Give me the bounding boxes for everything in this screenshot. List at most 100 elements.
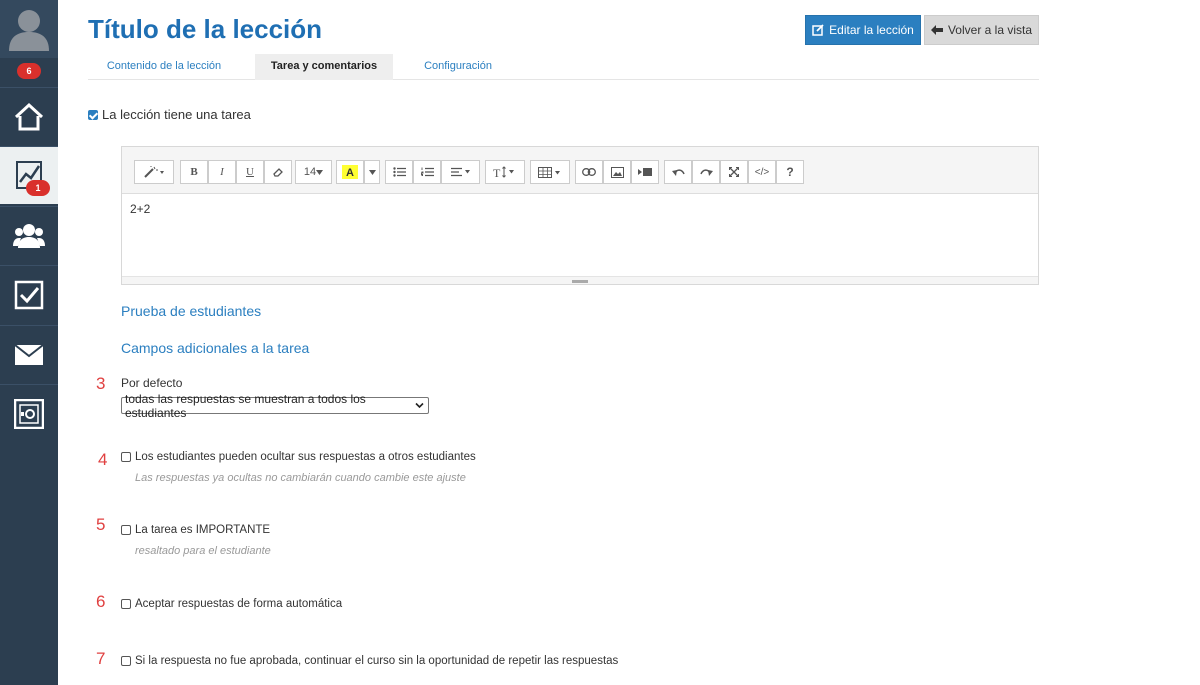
paragraph-align-dropdown[interactable] [441, 160, 480, 184]
font-size-dropdown[interactable]: 14 [295, 160, 332, 184]
ordered-list-button[interactable] [413, 160, 441, 184]
safe-icon [14, 398, 44, 429]
back-to-view-button[interactable]: Volver a la vista [924, 15, 1039, 45]
user-avatar-icon [9, 10, 49, 51]
caret-down-icon [368, 169, 376, 175]
student-test-link[interactable]: Prueba de estudiantes [121, 303, 261, 319]
default-visibility-label: Por defecto [121, 376, 183, 390]
highlight-color-button[interactable]: A [336, 160, 364, 184]
redo-button[interactable] [692, 160, 720, 184]
unordered-list-button[interactable] [385, 160, 413, 184]
redo-icon [699, 168, 713, 176]
important-label: La tarea es IMPORTANTE [135, 524, 271, 536]
sidebar-item-home[interactable] [0, 87, 58, 145]
tab-lesson-content[interactable]: Contenido de la lección [88, 54, 240, 80]
default-visibility-select[interactable]: todas las respuestas se muestran a todos… [121, 392, 429, 420]
important-checkbox[interactable] [121, 525, 131, 535]
svg-text:A: A [346, 167, 354, 179]
italic-button[interactable]: I [208, 160, 236, 184]
hide-answers-option[interactable]: Los estudiantes pueden ocultar sus respu… [121, 451, 476, 463]
clear-format-button[interactable] [264, 160, 292, 184]
svg-text:T: T [493, 166, 501, 178]
bullet-list-icon [392, 167, 406, 177]
undo-button[interactable] [664, 160, 692, 184]
annotation-number: 5 [96, 515, 106, 534]
style-dropdown[interactable] [134, 160, 174, 184]
default-visibility-value: todas las respuestas se muestran a todos… [125, 391, 366, 420]
insert-image-button[interactable] [603, 160, 631, 184]
text-color-icon: A [342, 165, 358, 179]
tab-settings[interactable]: Configuración [406, 54, 510, 80]
insert-link-button[interactable] [575, 160, 603, 184]
table-dropdown[interactable] [530, 160, 570, 184]
color-dropdown[interactable] [364, 160, 380, 184]
help-button[interactable]: ? [776, 160, 804, 184]
bold-button[interactable]: B [180, 160, 208, 184]
has-task-checkbox[interactable] [88, 109, 98, 120]
users-icon [13, 223, 45, 248]
undo-icon [671, 168, 685, 176]
mail-icon [14, 343, 44, 365]
underline-button[interactable]: U [236, 160, 264, 184]
hide-answers-hint: Las respuestas ya ocultas no cambiarán c… [135, 472, 466, 484]
tab-task-comments[interactable]: Tarea y comentarios [255, 54, 393, 80]
sidebar-item-settings[interactable] [0, 384, 58, 442]
table-icon [538, 166, 560, 178]
video-icon [638, 168, 652, 176]
expand-icon [729, 167, 739, 177]
caret-down-icon [316, 169, 324, 175]
edit-icon [812, 24, 824, 36]
link-icon [582, 168, 596, 176]
code-icon: </> [754, 166, 770, 178]
continue-course-checkbox[interactable] [121, 656, 131, 666]
insert-video-button[interactable] [631, 160, 659, 184]
line-height-dropdown[interactable]: T [485, 160, 525, 184]
auto-accept-label: Aceptar respuestas de forma automática [135, 598, 343, 610]
edit-lesson-label: Editar la lección [829, 23, 914, 37]
hide-answers-checkbox[interactable] [121, 452, 131, 462]
auto-accept-checkbox[interactable] [121, 599, 131, 609]
magic-wand-icon [144, 166, 164, 178]
help-icon: ? [786, 165, 794, 179]
sidebar: 6 1 [0, 0, 58, 685]
sidebar-item-tasks[interactable] [0, 265, 58, 323]
grip-icon [572, 280, 588, 283]
tab-bar: Contenido de la lección Tarea y comentar… [88, 54, 1039, 80]
sidebar-item-progress[interactable]: 1 [0, 146, 58, 204]
annotation-number: 7 [96, 649, 106, 668]
continue-course-option[interactable]: Si la respuesta no fue aprobada, continu… [121, 655, 618, 667]
continue-course-label: Si la respuesta no fue aprobada, continu… [135, 655, 619, 667]
sidebar-item-messages[interactable] [0, 325, 58, 383]
important-option[interactable]: La tarea es IMPORTANTE [121, 524, 270, 536]
page-title: Título de la lección [88, 14, 323, 44]
editor-content[interactable]: 2+2 [130, 202, 150, 216]
font-size-value: 14 [303, 166, 317, 178]
home-icon [14, 102, 44, 130]
has-task-option[interactable]: La lección tiene una tarea [88, 107, 251, 122]
editor-resize-handle[interactable] [122, 276, 1038, 284]
auto-accept-option[interactable]: Aceptar respuestas de forma automática [121, 598, 342, 610]
underline-icon: U [246, 166, 254, 178]
progress-badge: 1 [26, 180, 50, 196]
sidebar-item-users[interactable] [0, 206, 58, 264]
code-view-button[interactable]: </> [748, 160, 776, 184]
avatar[interactable] [0, 0, 58, 58]
fullscreen-button[interactable] [720, 160, 748, 184]
important-hint: resaltado para el estudiante [135, 545, 271, 557]
arrow-left-icon [930, 25, 943, 35]
eraser-icon [273, 168, 283, 177]
hide-answers-label: Los estudiantes pueden ocultar sus respu… [135, 451, 476, 463]
annotation-number: 3 [96, 374, 106, 393]
extra-fields-link[interactable]: Campos adicionales a la tarea [121, 340, 309, 356]
rich-text-editor[interactable]: B I U 14 A T </> ? 2+2 [121, 146, 1039, 285]
checkbox-icon [14, 280, 44, 309]
editor-toolbar: B I U 14 A T </> ? [122, 147, 1038, 194]
annotation-number: 6 [96, 592, 106, 611]
chevron-down-icon [415, 402, 424, 409]
bold-icon: B [190, 166, 198, 178]
edit-lesson-button[interactable]: Editar la lección [805, 15, 921, 45]
has-task-label: La lección tiene una tarea [102, 107, 251, 122]
italic-icon: I [220, 166, 224, 178]
notifications-badge[interactable]: 6 [17, 63, 41, 79]
image-icon [610, 166, 624, 178]
